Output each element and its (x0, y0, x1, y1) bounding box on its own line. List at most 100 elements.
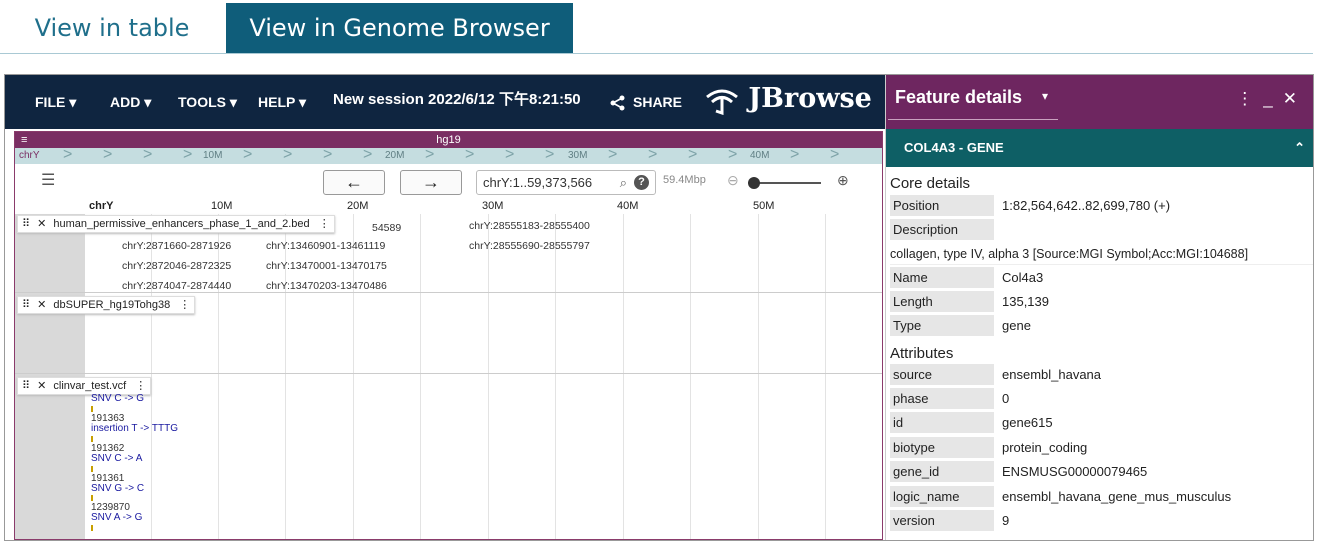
feature-label[interactable]: chrY:13460901-13461119 (266, 240, 385, 252)
variant-label[interactable]: 191363 insertion T -> TTTG (91, 414, 178, 434)
chevron-down-icon: ▾ (229, 94, 237, 110)
jbrowse-toolbar: FILE ▾ ADD ▾ TOOLS ▾ HELP ▾ New session … (5, 75, 885, 129)
hamburger-icon[interactable]: ≡ (21, 132, 27, 148)
variant-label[interactable]: 1239870 SNV A -> G (91, 503, 142, 523)
feature-label[interactable]: 54589 (372, 222, 401, 234)
close-icon[interactable]: ✕ (37, 218, 46, 230)
chevron-right-icon: > (283, 148, 293, 163)
panel-window-controls: ⋮_✕ (1236, 89, 1307, 109)
variant-marker[interactable] (91, 495, 93, 501)
feature-label[interactable]: chrY:13470001-13470175 (266, 260, 387, 272)
attr-row-id: id gene615 (890, 412, 1313, 434)
share-button[interactable]: SHARE (609, 75, 682, 129)
menu-tools[interactable]: TOOLS ▾ (178, 75, 237, 129)
tab-view-in-table[interactable]: View in table (0, 3, 224, 53)
session-name[interactable]: New session 2022/6/12 下午8:21:50 (333, 75, 581, 125)
location-value: chrY:1..59,373,566 (483, 175, 593, 190)
chevron-right-icon: > (243, 148, 253, 163)
feature-label[interactable]: chrY:2871660-2871926 (122, 240, 231, 252)
chevron-right-icon: > (323, 148, 333, 163)
jbrowse-logo: JBrowse (705, 83, 872, 115)
gridline (758, 214, 759, 539)
close-icon[interactable]: ✕ (1283, 89, 1307, 108)
chevron-up-icon[interactable]: ⌃ (1294, 129, 1305, 167)
location-search-input[interactable]: chrY:1..59,373,566 ⌕ ? (476, 170, 656, 195)
feature-label[interactable]: chrY:13470203-13470486 (266, 280, 387, 289)
gene-section-header[interactable]: COL4A3 - GENE ⌃ (886, 129, 1313, 167)
variant-marker[interactable] (91, 525, 93, 531)
feature-label[interactable]: chrY:2874047-2874440 (122, 280, 231, 289)
minimize-icon[interactable]: _ (1263, 89, 1282, 108)
track-name: human_permissive_enhancers_phase_1_and_2… (53, 218, 310, 230)
variant-marker[interactable] (91, 436, 93, 442)
feature-label[interactable]: chrY:2872046-2872325 (122, 260, 231, 272)
attr-row-source: source ensembl_havana (890, 364, 1313, 386)
arrow-left-icon: ← (345, 172, 363, 192)
detail-row-description: Description (890, 219, 1313, 241)
overview-tick: 10M (203, 150, 223, 161)
variant-label[interactable]: 191362 SNV C -> A (91, 444, 142, 464)
detail-row-length: Length 135,139 (890, 291, 1313, 313)
navigation-row: ☰ ← → chrY:1..59,373,566 ⌕ ? 59.4Mbp ⊖ ⊕ (15, 164, 882, 200)
track-label-enhancers[interactable]: ⠿ ✕ human_permissive_enhancers_phase_1_a… (17, 215, 335, 233)
tracks-area: ⠿ ✕ human_permissive_enhancers_phase_1_a… (15, 214, 882, 539)
track-selector-icon[interactable]: ☰ (41, 170, 55, 190)
gridline (690, 214, 691, 539)
more-vert-icon[interactable]: ⋮ (135, 380, 146, 392)
more-vert-icon[interactable]: ⋮ (1236, 89, 1263, 108)
drag-handle-icon[interactable]: ⠿ (22, 218, 30, 230)
variant-marker[interactable] (91, 406, 93, 412)
drag-handle-icon[interactable]: ⠿ (22, 380, 30, 392)
overview-tick: 40M (750, 150, 770, 161)
gridline (555, 214, 556, 539)
attributes-heading: Attributes (890, 345, 954, 362)
pan-left-button[interactable]: ← (323, 170, 385, 195)
track-name: clinvar_test.vcf (53, 380, 127, 392)
track-divider (15, 373, 882, 374)
menu-file[interactable]: FILE ▾ (35, 75, 76, 129)
chevron-down-icon: ▾ (69, 94, 77, 110)
attr-row-logic-name: logic_name ensembl_havana_gene_mus_muscul… (890, 486, 1313, 508)
pan-right-button[interactable]: → (400, 170, 462, 195)
ruler-ref-name: chrY (89, 200, 114, 212)
overview-scale-bar[interactable]: chrY > > > > 10M > > > > 20M > > > > 30M… (15, 148, 882, 164)
zoom-in-icon[interactable]: ⊕ (837, 172, 849, 189)
menu-add[interactable]: ADD ▾ (110, 75, 151, 129)
feature-label[interactable]: chrY:28555690-28555797 (469, 240, 590, 252)
search-icon[interactable]: ⌕ (620, 171, 627, 194)
chevron-right-icon: > (688, 148, 698, 163)
variant-label[interactable]: 191361 SNV G -> C (91, 474, 144, 494)
track-name: dbSUPER_hg19Tohg38 (53, 299, 171, 311)
zoom-out-icon[interactable]: ⊖ (727, 172, 739, 189)
chevron-right-icon: > (63, 148, 73, 163)
chevron-down-icon[interactable]: ▾ (1042, 89, 1048, 103)
menu-help[interactable]: HELP ▾ (258, 75, 306, 129)
gene-header-label: COL4A3 - GENE (904, 140, 1004, 155)
variant-marker[interactable] (91, 466, 93, 472)
feature-label[interactable]: chrY:28555183-28555400 (469, 220, 590, 232)
more-vert-icon[interactable]: ⋮ (179, 299, 190, 311)
track-label-dbsuper[interactable]: ⠿ ✕ dbSUPER_hg19Tohg38 ⋮ (17, 296, 196, 314)
close-icon[interactable]: ✕ (37, 299, 46, 311)
ruler-tick: 20M (347, 200, 369, 212)
variant-label[interactable]: SNV C -> G (91, 394, 144, 404)
jbrowse-logo-icon (706, 89, 738, 115)
track-divider (15, 292, 882, 293)
tab-view-in-genome-browser[interactable]: View in Genome Browser (226, 3, 573, 53)
arrow-right-icon: → (422, 172, 440, 192)
zoom-slider-track[interactable] (751, 182, 821, 184)
drag-handle-icon[interactable]: ⠿ (22, 299, 30, 311)
close-icon[interactable]: ✕ (37, 380, 46, 392)
chevron-right-icon: > (465, 148, 475, 163)
zoom-slider-handle[interactable] (748, 177, 760, 189)
gridline (825, 214, 826, 539)
attr-row-biotype: biotype protein_coding (890, 437, 1313, 459)
zoom-scale-label: 59.4Mbp (663, 174, 706, 186)
panel-title[interactable]: Feature details (895, 87, 1022, 108)
assembly-name: hg19 (436, 134, 461, 146)
chevron-right-icon: > (425, 148, 435, 163)
gridline (488, 214, 489, 539)
more-vert-icon[interactable]: ⋮ (319, 218, 330, 230)
help-icon[interactable]: ? (634, 175, 649, 190)
chevron-right-icon: > (103, 148, 113, 163)
